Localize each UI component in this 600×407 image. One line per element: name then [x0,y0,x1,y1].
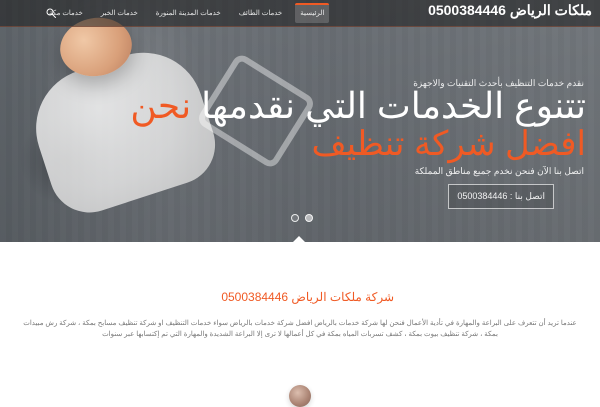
top-navbar: الرئيسية خدمات الطائف خدمات المدينة المن… [0,0,600,27]
about-paragraph: عندما تريد أن تتعرف على البراعة والمهارة… [23,320,577,338]
slider-dot-1[interactable] [291,214,299,222]
hero-title-line-1: تتنوع الخدمات التي نقدمها نحن [26,85,586,126]
hero-title-line-2: افضل شركة تنظيف [311,124,586,163]
hero-notch [291,236,307,244]
hero-section: الرئيسية خدمات الطائف خدمات المدينة المن… [0,0,600,242]
main-nav: الرئيسية خدمات الطائف خدمات المدينة المن… [44,3,330,23]
hero-subtitle: اتصل بنا الآن فنحن نخدم جميع مناطق الممل… [414,166,584,176]
slider-dots [291,214,313,222]
nav-item-khobar[interactable]: خدمات الخبر [96,3,143,23]
nav-item-madinah[interactable]: خدمات المدينة المنورة [151,3,226,23]
nav-item-home[interactable]: الرئيسية [295,3,330,23]
hero-title-line-1-text: تتنوع الخدمات التي نقدمها [191,85,586,126]
brand[interactable]: ملكات الرياض 0500384446 [422,2,592,19]
slider-dot-2[interactable] [305,214,313,222]
nav-item-taif[interactable]: خدمات الطائف [234,3,288,23]
nav-item-makkah[interactable]: خدمات مكة [44,3,88,23]
hero-title-line-1-accent: نحن [130,85,192,126]
brand-name: ملكات الرياض [509,2,592,18]
hero-title: تتنوع الخدمات التي نقدمها نحن افضل شركة … [26,85,586,163]
about-title: شركة ملكات الرياض 0500384446 [221,290,394,304]
call-now-button[interactable]: اتصل بنا : 0500384446 [448,184,554,209]
bottom-avatar [289,385,311,407]
brand-phone: 0500384446 [428,2,506,18]
